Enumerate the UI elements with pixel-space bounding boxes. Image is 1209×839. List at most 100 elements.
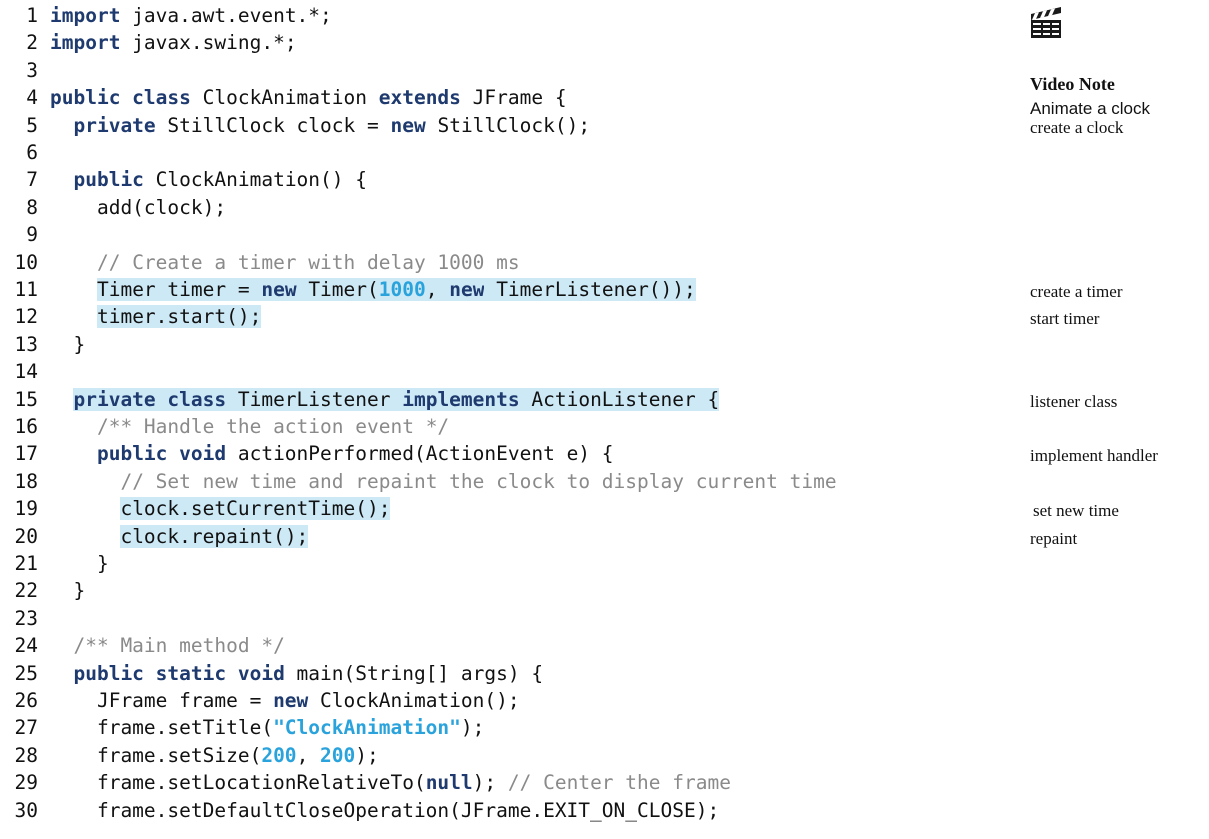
code-text: clock.repaint();	[50, 523, 309, 550]
code-line: 8 add(clock);	[0, 194, 1209, 221]
line-number: 13	[14, 332, 38, 356]
line-number: 20	[14, 524, 38, 548]
line-number: 21	[14, 552, 38, 575]
code-line: 30 frame.setDefaultCloseOperation(JFrame…	[0, 797, 1209, 824]
keyword-token: private class	[73, 387, 227, 411]
code-text: import java.awt.event.*;	[50, 2, 332, 29]
margin-note: start timer	[1030, 309, 1100, 329]
code-token: frame.setSize(	[50, 743, 262, 767]
code-token: StillClock clock =	[155, 113, 391, 137]
code-token: ClockAnimation	[190, 86, 379, 110]
code-text: timer.start();	[50, 303, 262, 330]
line-number: 5	[26, 113, 38, 137]
line-number: 2	[26, 31, 38, 55]
line-number: 17	[14, 442, 38, 466]
code-token: frame.setLocationRelativeTo(	[50, 771, 426, 795]
code-line: 14	[0, 358, 1209, 385]
line-number: 27	[14, 716, 38, 740]
keyword-token: public class	[50, 86, 191, 110]
keyword-token: import	[50, 4, 121, 27]
code-token: );	[355, 743, 379, 767]
code-line: 24 /** Main method */	[0, 632, 1209, 659]
code-token: TimerListener());	[484, 278, 696, 301]
line-number: 4	[26, 86, 38, 110]
code-token: clock.setCurrentTime();	[120, 497, 391, 521]
margin-note: create a timer	[1030, 282, 1123, 301]
margin-note: listener class	[1030, 391, 1118, 411]
code-text: Timer timer = new Timer(1000, new TimerL…	[50, 276, 696, 303]
code-text: // Create a timer with delay 1000 ms	[50, 249, 520, 276]
margin-note: create a clock	[1030, 117, 1124, 137]
keyword-token: public void	[96, 442, 227, 466]
code-token: main(String[] args) {	[284, 661, 544, 685]
code-token: Timer timer =	[96, 278, 262, 301]
code-token: );	[472, 771, 508, 795]
literal-token: 200	[320, 743, 356, 767]
keyword-token: public static void	[73, 661, 285, 685]
literal-token: 1000	[378, 278, 426, 301]
code-text: public class ClockAnimation extends JFra…	[50, 84, 567, 111]
code-line: 3	[0, 57, 1209, 84]
literal-token: "ClockAnimation"	[273, 716, 461, 740]
margin-note: repaint	[1030, 528, 1078, 548]
line-number: 18	[14, 469, 38, 493]
code-line: 13 }	[0, 331, 1209, 358]
code-token: TimerListener	[226, 387, 403, 411]
code-token: ClockAnimation() {	[143, 168, 367, 192]
code-token: ActionListener {	[519, 387, 720, 411]
keyword-token: new	[449, 278, 485, 301]
code-text: public ClockAnimation() {	[50, 166, 367, 193]
code-line: 1 import java.awt.event.*;	[0, 2, 1209, 29]
comment-token: /** Handle the action event */	[96, 415, 450, 438]
comment-token: // Set new time and repaint the clock to…	[120, 469, 837, 493]
line-number: 12	[14, 305, 38, 329]
line-number: 3	[26, 58, 38, 82]
code-token: actionPerformed(ActionEvent e) {	[226, 442, 614, 466]
code-line: 19 clock.setCurrentTime();	[0, 495, 1209, 522]
code-line: 5 private StillClock clock = new StillCl…	[0, 112, 1209, 139]
code-line: 16 /** Handle the action event */	[0, 413, 1209, 440]
line-number: 15	[14, 387, 38, 411]
code-line: 26 JFrame frame = new ClockAnimation();	[0, 687, 1209, 714]
code-line: 15 private class TimerListener implement…	[0, 386, 1209, 413]
code-token: javax.swing.*;	[120, 31, 297, 55]
code-token: ClockAnimation();	[308, 689, 520, 712]
comment-token: // Create a timer with delay 1000 ms	[96, 250, 520, 274]
code-line: 10 // Create a timer with delay 1000 ms	[0, 249, 1209, 276]
keyword-token: new	[273, 689, 309, 712]
line-number: 1	[26, 4, 38, 27]
keyword-token: private	[73, 113, 156, 137]
keyword-token: extends	[378, 86, 461, 110]
code-line: 9	[0, 221, 1209, 248]
code-line: 29 frame.setLocationRelativeTo(null); //…	[0, 769, 1209, 796]
code-token: frame.setTitle(	[50, 716, 274, 740]
keyword-token: import	[50, 31, 121, 55]
code-token: clock.repaint();	[120, 524, 309, 548]
line-number: 16	[14, 415, 38, 438]
line-number: 24	[14, 634, 38, 658]
code-text: private class TimerListener implements A…	[50, 386, 720, 413]
line-number: 7	[26, 168, 38, 192]
code-token: StillClock();	[425, 113, 591, 137]
code-token: }	[50, 332, 86, 356]
code-token: ,	[296, 743, 321, 767]
line-number: 14	[14, 360, 38, 384]
code-text: public static void main(String[] args) {	[50, 660, 543, 687]
line-number: 26	[14, 689, 38, 712]
code-token: JFrame {	[460, 86, 567, 110]
line-number: 6	[26, 141, 38, 164]
code-token: );	[460, 716, 485, 740]
line-number: 30	[14, 798, 38, 822]
code-text: frame.setTitle("ClockAnimation");	[50, 714, 484, 741]
code-line: 21 }	[0, 550, 1209, 577]
code-token: timer.start();	[96, 305, 262, 329]
